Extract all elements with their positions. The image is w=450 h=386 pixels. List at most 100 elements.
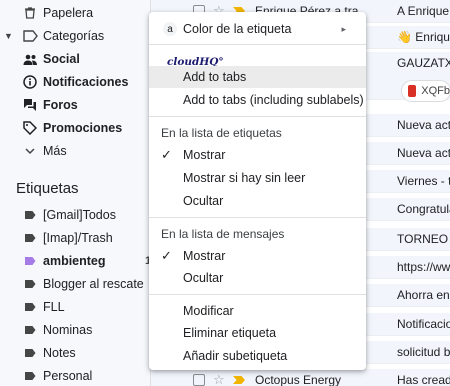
sidebar-label-text: Nominas	[43, 323, 93, 337]
row-subject: Nueva activi	[397, 118, 450, 132]
sidebar-label-notes[interactable]: Notes	[0, 342, 160, 364]
label-icon	[22, 345, 38, 361]
menu-heading-message-list: En la lista de mensajes	[161, 227, 285, 241]
sidebar-label-fll[interactable]: FLL	[0, 296, 160, 318]
submenu-arrow-icon: ▸	[341, 23, 346, 34]
label-icon	[22, 230, 38, 246]
label-icon	[22, 276, 38, 292]
label-icon	[22, 253, 38, 269]
row-subject: Viernes - ta	[397, 174, 450, 188]
menu-item-text: Add to tabs (including sublabels)	[183, 93, 364, 107]
menu-item-text: Mostrar si hay sin leer	[183, 171, 306, 185]
sidebar: Papelera ▼ Categorías Social Notificacio…	[0, 0, 160, 386]
menu-item-hide-label[interactable]: Ocultar	[149, 190, 366, 212]
menu-item-show-messages[interactable]: ✓ Mostrar	[149, 245, 366, 267]
sidebar-label-nominas[interactable]: Nominas	[0, 319, 160, 341]
menu-item-show-label[interactable]: ✓ Mostrar	[149, 144, 366, 166]
sidebar-item-forums[interactable]: Foros	[0, 94, 160, 116]
attachment-name: XQFb	[421, 85, 450, 97]
menu-item-hide-messages[interactable]: Ocultar	[149, 267, 366, 289]
sidebar-item-social[interactable]: Social	[0, 48, 160, 70]
people-icon	[22, 51, 38, 67]
label-icon	[22, 322, 38, 338]
sidebar-item-label: Más	[43, 144, 67, 158]
info-icon	[22, 74, 38, 90]
row-subject: Notificacion	[397, 317, 450, 331]
menu-item-add-to-tabs[interactable]: Add to tabs	[149, 66, 366, 88]
menu-divider	[149, 217, 366, 218]
menu-heading-label-list: En la lista de etiquetas	[161, 126, 282, 140]
labels-section-title: Etiquetas	[16, 180, 79, 197]
sidebar-item-label: Notificaciones	[43, 75, 129, 89]
sidebar-label-text: [Imap]/Trash	[43, 231, 113, 245]
menu-item-show-if-unread[interactable]: Mostrar si hay sin leer	[149, 167, 366, 189]
menu-divider	[149, 44, 366, 45]
menu-item-edit[interactable]: Modificar	[149, 300, 366, 322]
check-icon: ✓	[161, 248, 172, 263]
sidebar-label-text: Notes	[43, 346, 76, 360]
sidebar-item-trash[interactable]: Papelera	[0, 2, 160, 24]
row-subject: Nueva activi	[397, 146, 450, 160]
sidebar-item-label: Promociones	[43, 121, 123, 135]
menu-item-text: Color de la etiqueta	[183, 22, 292, 36]
sidebar-label-gmail-all[interactable]: [Gmail]Todos	[0, 204, 160, 226]
sidebar-label-text: ambienteg	[43, 254, 106, 268]
menu-item-text: Mostrar	[183, 249, 226, 263]
sidebar-item-label: Categorías	[43, 29, 105, 43]
row-subject: A Enrique Pe	[397, 4, 450, 18]
row-checkbox[interactable]	[193, 374, 205, 386]
row-sender: Octopus Energy	[255, 373, 342, 386]
chevron-down-icon	[22, 143, 38, 159]
menu-item-text: Eliminar etiqueta	[183, 326, 277, 340]
menu-item-text: Modificar	[183, 304, 234, 318]
row-subject: GAUZATXOA	[397, 56, 450, 70]
menu-item-label-color[interactable]: a Color de la etiqueta ▸	[149, 18, 366, 40]
pdf-icon	[408, 85, 417, 97]
caret-down-icon[interactable]: ▼	[4, 31, 13, 41]
menu-item-add-to-tabs-sublabels[interactable]: Add to tabs (including sublabels)	[149, 89, 366, 111]
row-subject: TORNEO GA	[397, 232, 450, 246]
row-subject: Has creado	[397, 373, 450, 386]
attachment-chip[interactable]: XQFb	[401, 80, 450, 102]
sidebar-item-label: Foros	[43, 98, 78, 112]
label-icon	[22, 299, 38, 315]
sidebar-label-ambienteg[interactable]: ambienteg 1	[0, 250, 160, 272]
sidebar-item-more[interactable]: Más	[0, 140, 160, 162]
menu-item-text: Add to tabs	[183, 70, 247, 84]
label-color-badge: a	[163, 22, 177, 36]
label-outline-icon	[22, 28, 38, 44]
label-icon	[22, 207, 38, 223]
sidebar-label-imap-trash[interactable]: [Imap]/Trash	[0, 227, 160, 249]
menu-item-text: Mostrar	[183, 148, 226, 162]
check-icon: ✓	[161, 147, 172, 162]
menu-item-text: Ocultar	[183, 271, 224, 285]
forum-icon	[22, 97, 38, 113]
sidebar-item-label: Papelera	[43, 6, 94, 20]
sidebar-item-notifications[interactable]: Notificaciones	[0, 71, 160, 93]
menu-item-add-sublabel[interactable]: Añadir subetiqueta	[149, 345, 366, 367]
menu-item-text: Ocultar	[183, 194, 224, 208]
tag-icon	[22, 120, 38, 136]
sidebar-label-text: FLL	[43, 300, 65, 314]
sidebar-item-categories[interactable]: ▼ Categorías	[0, 25, 160, 47]
menu-item-text: Añadir subetiqueta	[183, 349, 288, 363]
sidebar-label-text: Blogger al rescate	[43, 277, 144, 291]
sidebar-label-personal[interactable]: Personal	[0, 365, 160, 386]
sidebar-label-text: Personal	[43, 369, 93, 383]
row-subject: Congratulat	[397, 202, 450, 216]
sidebar-label-blogger[interactable]: Blogger al rescate	[0, 273, 160, 295]
menu-divider	[149, 294, 366, 295]
sidebar-item-promotions[interactable]: Promociones	[0, 117, 160, 139]
important-marker-icon[interactable]	[233, 376, 245, 384]
table-row[interactable]: ☆ Octopus Energy Has creado	[151, 369, 450, 386]
menu-divider	[149, 116, 366, 117]
star-icon[interactable]: ☆	[213, 372, 225, 386]
sidebar-label-text: [Gmail]Todos	[43, 208, 116, 222]
label-icon	[22, 368, 38, 384]
row-subject: https://www	[397, 260, 450, 274]
row-subject: 👋 Enrique tu	[397, 30, 450, 44]
label-context-menu: a Color de la etiqueta ▸ cloudHQ° Add to…	[149, 12, 366, 370]
menu-item-delete-label[interactable]: Eliminar etiqueta	[149, 322, 366, 344]
row-subject: solicitud baj	[397, 345, 450, 359]
trash-icon	[22, 5, 38, 21]
